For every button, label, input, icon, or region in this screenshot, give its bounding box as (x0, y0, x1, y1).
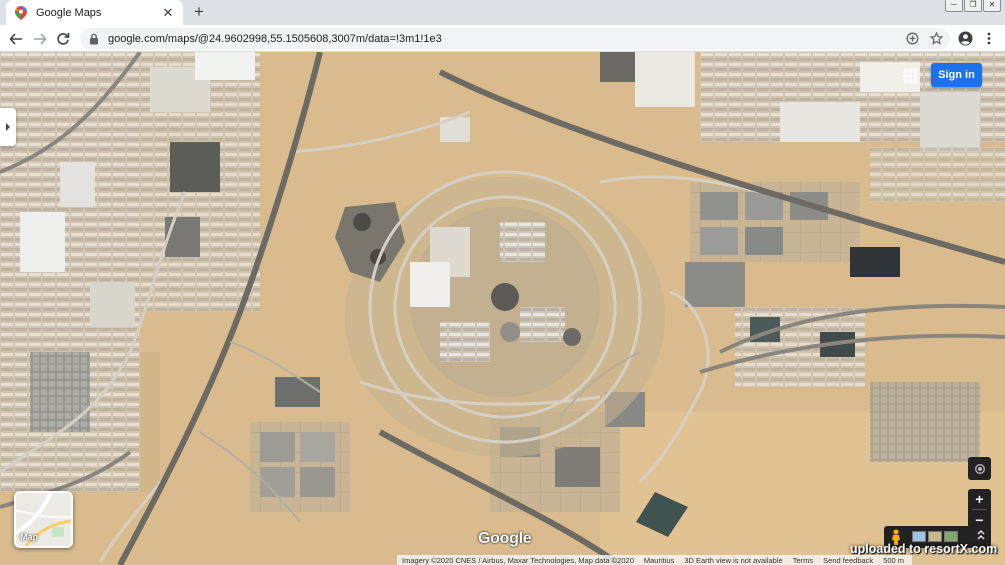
google-apps-grid-icon[interactable] (903, 69, 917, 83)
forward-button[interactable] (31, 30, 49, 48)
tab-bar: Google Maps ✕ + ─ ❐ ✕ (0, 0, 1005, 25)
terms-link[interactable]: Terms (788, 556, 818, 565)
imagery-credit: Imagery ©2020 CNES / Airbus, Maxar Techn… (402, 555, 634, 565)
tab-title: Google Maps (36, 6, 102, 19)
satellite-imagery (0, 52, 1005, 565)
close-window-button[interactable]: ✕ (983, 0, 1001, 12)
satellite-map[interactable]: Sign in Map Google + − uploaded to resor… (0, 52, 1005, 565)
reload-icon (57, 33, 70, 45)
thumbnail-1[interactable] (912, 531, 926, 542)
browser-toolbar: google.com/maps/@24.9602998,55.1505608,3… (0, 25, 1005, 52)
my-location-button[interactable] (968, 457, 991, 480)
map-controls: + − (968, 457, 991, 530)
country-link[interactable]: Mauritius (639, 556, 679, 565)
map-layer-toggle[interactable]: Map (14, 491, 73, 548)
sign-in-button[interactable]: Sign in (931, 63, 982, 87)
new-tab-button[interactable]: + (190, 3, 208, 21)
zoom-in-button[interactable]: + (968, 489, 991, 509)
watermark-text: uploaded to resortX.com (850, 542, 998, 556)
zoom-control: + − (968, 489, 991, 530)
tab-google-maps[interactable]: Google Maps ✕ (6, 0, 183, 25)
my-location-icon (974, 463, 985, 474)
star-icon (929, 31, 943, 45)
thumbnail-2[interactable] (928, 531, 942, 542)
maps-pin-icon (15, 5, 27, 20)
imagery-thumbnails[interactable] (912, 531, 958, 542)
scale-label[interactable]: 500 m (878, 556, 909, 565)
minimize-button[interactable]: ─ (945, 0, 963, 12)
back-button[interactable] (7, 30, 25, 48)
reload-button[interactable] (54, 30, 72, 48)
chevron-up-icon[interactable] (977, 529, 985, 541)
3d-unavailable-note: 3D Earth view is not available (684, 555, 783, 565)
url-text: google.com/maps/@24.9602998,55.1505608,3… (108, 33, 442, 45)
kebab-menu-icon (987, 32, 991, 44)
bookmark-button[interactable] (927, 29, 945, 47)
google-logo: Google (478, 530, 532, 547)
address-bar[interactable]: google.com/maps/@24.9602998,55.1505608,3… (80, 28, 950, 50)
tab-close-icon[interactable]: ✕ (161, 5, 175, 20)
collapse-side-panel-button[interactable] (0, 108, 16, 146)
attribution-bar: Imagery ©2020 CNES / Airbus, Maxar Techn… (397, 555, 913, 565)
install-button[interactable] (903, 29, 921, 47)
add-circle-icon (906, 32, 918, 44)
send-feedback-link[interactable]: Send feedback (818, 556, 878, 565)
thumbnail-3[interactable] (944, 531, 958, 542)
menu-button[interactable] (980, 29, 998, 47)
arrow-left-icon (9, 33, 22, 45)
lock-icon (89, 33, 101, 45)
caret-right-icon (6, 123, 10, 131)
account-icon (958, 31, 972, 45)
profile-button[interactable] (956, 29, 974, 47)
arrow-right-icon (34, 33, 47, 45)
restore-button[interactable]: ❐ (964, 0, 982, 12)
window-controls: ─ ❐ ✕ (945, 0, 1001, 13)
map-layer-label: Map (20, 532, 38, 542)
